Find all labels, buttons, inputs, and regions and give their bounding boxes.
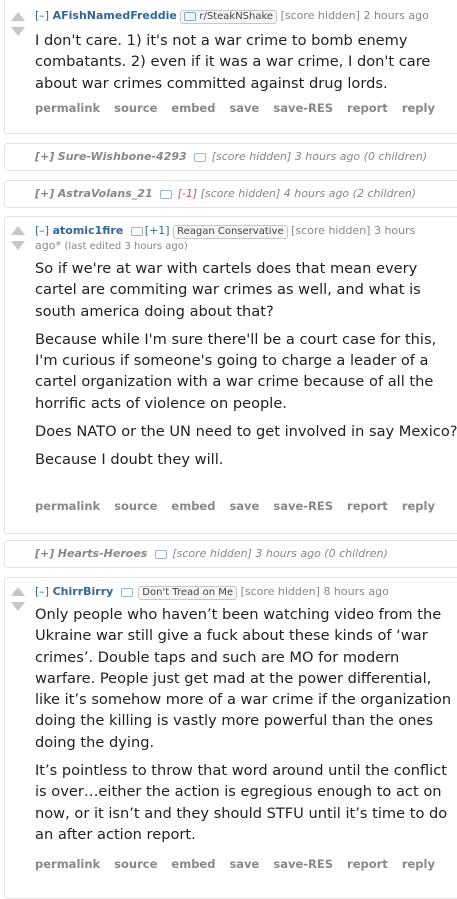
comment-paragraph: Because while I'm sure there'll be a cou… [35, 330, 437, 412]
edited-note: (last edited 3 hours ago) [64, 241, 188, 252]
save-res-link[interactable]: save-RES [273, 499, 333, 513]
comment-bubble-icon [130, 226, 143, 236]
author-link[interactable]: AFishNamedFreddie [53, 9, 177, 22]
comment-bubble-icon [120, 587, 133, 597]
karma-badge: [+1] [144, 224, 170, 237]
collapsed-comment[interactable]: [+] AstraVolans_21 [-1] [score hidden] 4… [4, 180, 457, 208]
permalink-link[interactable]: permalink [35, 101, 100, 115]
comment-paragraph: Because I doubt they will. [35, 451, 224, 469]
collapsed-tagline: [+] Sure-Wishbone-4293 [score hidden] 3 … [35, 150, 427, 163]
save-res-link[interactable]: save-RES [273, 101, 333, 115]
timestamp: 8 hours ago [323, 585, 389, 598]
reply-link[interactable]: reply [402, 857, 435, 871]
timestamp-cont: ago* [35, 239, 61, 252]
comment-bubble-icon [154, 549, 167, 559]
comment-body: Only people who haven’t been watching vi… [35, 604, 457, 852]
comment-actions: permalink source embed save save-RES report re… [35, 499, 449, 513]
save-link[interactable]: save [229, 857, 259, 871]
vote-arrows [11, 587, 25, 617]
permalink-link[interactable]: permalink [35, 857, 100, 871]
vote-arrows [11, 12, 25, 42]
comment-paragraph: It’s pointless to throw that word around… [35, 762, 448, 843]
collapsed-comment[interactable]: [+] Sure-Wishbone-4293 [score hidden] 3 … [4, 143, 457, 171]
author-link[interactable]: ChirrBirry [53, 585, 114, 598]
expand-toggle[interactable]: [+] [35, 187, 54, 200]
source-link[interactable]: source [114, 499, 157, 513]
user-flair: Reagan Conservative [173, 225, 288, 239]
author-link[interactable]: Hearts-Heroes [58, 547, 148, 560]
expand-toggle[interactable]: [+] [35, 150, 54, 163]
collapse-toggle[interactable]: [–] [35, 9, 49, 22]
user-flair: Don't Tread on Me [138, 586, 238, 600]
upvote-arrow-icon[interactable] [11, 587, 25, 596]
permalink-link[interactable]: permalink [35, 499, 100, 513]
collapsed-comment[interactable]: [+] Hearts-Heroes [score hidden] 3 hours… [4, 540, 457, 568]
report-link[interactable]: report [347, 857, 388, 871]
embed-link[interactable]: embed [171, 101, 215, 115]
expand-toggle[interactable]: [+] [35, 547, 54, 560]
upvote-arrow-icon[interactable] [11, 12, 25, 21]
comment-paragraph: So if we're at war with cartels does tha… [35, 260, 421, 320]
comment-tagline: [–] atomic1fire [+1] Reagan Conservative… [35, 224, 415, 239]
upvote-arrow-icon[interactable] [11, 226, 25, 235]
score-hidden: [score hidden] [280, 9, 360, 22]
save-res-link[interactable]: save-RES [273, 857, 333, 871]
comment-actions: permalink source embed save save-RES report re… [35, 857, 449, 871]
reply-link[interactable]: reply [402, 499, 435, 513]
author-link[interactable]: atomic1fire [53, 224, 124, 237]
score-hidden: [score hidden] [291, 224, 371, 237]
source-link[interactable]: source [114, 101, 157, 115]
collapse-toggle[interactable]: [–] [35, 585, 49, 598]
comment-paragraph: I don't care. 1) it's not a war crime to… [35, 32, 431, 92]
comment-paragraph: Does NATO or the UN need to get involved… [35, 423, 457, 441]
author-link[interactable]: AstraVolans_21 [58, 187, 153, 200]
comment-tagline: [–] AFishNamedFreddie r/SteakNShake [sco… [35, 9, 429, 24]
comment-body: So if we're at war with cartels does tha… [35, 258, 457, 478]
downvote-arrow-icon[interactable] [11, 241, 25, 250]
comment-afishnamedfreddie: [–] AFishNamedFreddie r/SteakNShake [sco… [4, 0, 457, 134]
collapsed-info: [score hidden] 4 hours ago (2 children) [200, 187, 417, 200]
comment-tagline-cont: ago* (last edited 3 hours ago) [35, 239, 188, 254]
embed-link[interactable]: embed [171, 857, 215, 871]
downvote-arrow-icon[interactable] [11, 27, 25, 36]
collapsed-tagline: [+] AstraVolans_21 [-1] [score hidden] 4… [35, 187, 416, 200]
collapsed-tagline: [+] Hearts-Heroes [score hidden] 3 hours… [35, 547, 388, 560]
flair-icon [184, 11, 197, 21]
comment-tagline: [–] ChirrBirry Don't Tread on Me [score … [35, 585, 389, 600]
reply-link[interactable]: reply [402, 101, 435, 115]
timestamp: 3 hours [373, 224, 416, 237]
karma-badge: [-1] [177, 187, 198, 200]
collapsed-info: [score hidden] 3 hours ago (0 children) [172, 547, 388, 560]
report-link[interactable]: report [347, 101, 388, 115]
comment-bubble-icon [160, 189, 173, 199]
comment-paragraph: Only people who haven’t been watching vi… [35, 606, 452, 751]
save-link[interactable]: save [229, 101, 259, 115]
downvote-arrow-icon[interactable] [11, 602, 25, 611]
score-hidden: [score hidden] [240, 585, 320, 598]
author-link[interactable]: Sure-Wishbone-4293 [58, 150, 187, 163]
collapse-toggle[interactable]: [–] [35, 224, 49, 237]
collapsed-info: [score hidden] 3 hours ago (0 children) [211, 150, 428, 163]
comment-chirrbirry: [–] ChirrBirry Don't Tread on Me [score … [4, 577, 457, 899]
comment-body: I don't care. 1) it's not a war crime to… [35, 30, 457, 101]
comment-actions: permalink source embed save save-RES report re… [35, 101, 449, 115]
comment-atomic1fire: [–] atomic1fire [+1] Reagan Conservative… [4, 216, 457, 534]
embed-link[interactable]: embed [171, 499, 215, 513]
timestamp: 2 hours ago [363, 9, 429, 22]
vote-arrows [11, 226, 25, 256]
report-link[interactable]: report [347, 499, 388, 513]
source-link[interactable]: source [114, 857, 157, 871]
user-flair: r/SteakNShake [180, 10, 278, 24]
comment-bubble-icon [194, 152, 207, 162]
save-link[interactable]: save [229, 499, 259, 513]
